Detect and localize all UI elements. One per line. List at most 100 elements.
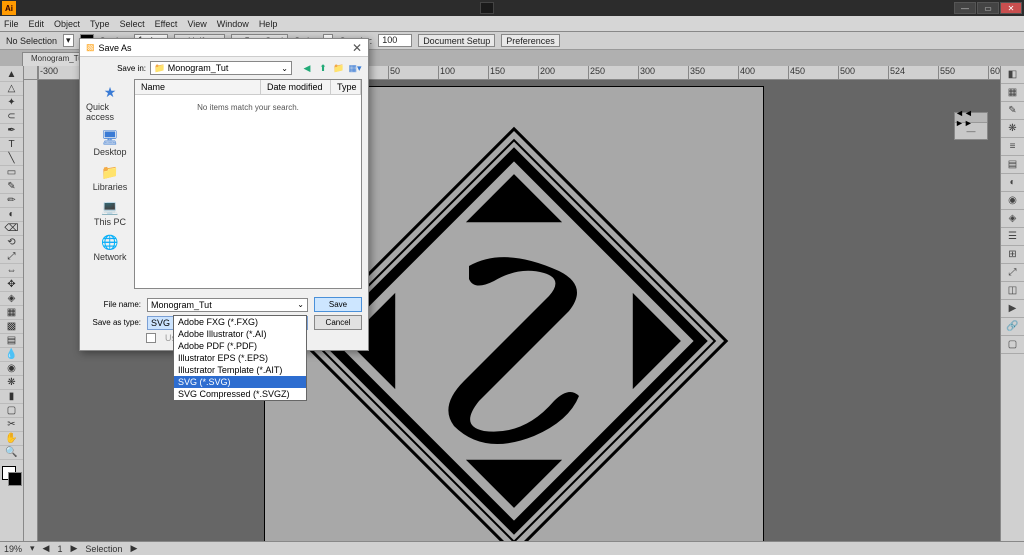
- graph-tool-icon[interactable]: ▮: [0, 390, 23, 404]
- selection-tool-icon[interactable]: ▲: [0, 68, 23, 82]
- line-tool-icon[interactable]: ╲: [0, 152, 23, 166]
- sidebar-this-pc[interactable]: 💻This PC: [94, 198, 126, 227]
- file-type-option[interactable]: Adobe Illustrator (*.AI): [174, 328, 306, 340]
- col-type[interactable]: Type: [331, 80, 361, 94]
- minimize-button[interactable]: —: [954, 2, 976, 14]
- lasso-tool-icon[interactable]: ⊂: [0, 110, 23, 124]
- sidebar-quick-access[interactable]: ★Quick access: [86, 83, 134, 122]
- artboard-tool-icon[interactable]: ▢: [0, 404, 23, 418]
- save-button[interactable]: Save: [314, 297, 362, 312]
- hand-tool-icon[interactable]: ✋: [0, 432, 23, 446]
- col-date[interactable]: Date modified: [261, 80, 331, 94]
- doc-setup-button[interactable]: Document Setup: [418, 34, 495, 47]
- ruler-tick: 400: [738, 66, 788, 79]
- menu-view[interactable]: View: [187, 19, 206, 29]
- artboard-nav[interactable]: 1: [57, 544, 62, 554]
- dialog-close-icon[interactable]: ✕: [352, 41, 362, 55]
- panel-graphic-styles-icon[interactable]: ◈: [1001, 210, 1024, 228]
- file-type-dropdown-list[interactable]: Adobe FXG (*.FXG)Adobe Illustrator (*.AI…: [173, 315, 307, 401]
- file-type-option[interactable]: SVG (*.SVG): [174, 376, 306, 388]
- menu-help[interactable]: Help: [259, 19, 278, 29]
- pencil-tool-icon[interactable]: ✏: [0, 194, 23, 208]
- search-input[interactable]: [480, 2, 494, 14]
- file-type-option[interactable]: Illustrator EPS (*.EPS): [174, 352, 306, 364]
- zoom-tool-icon[interactable]: 🔍: [0, 446, 23, 460]
- menu-window[interactable]: Window: [217, 19, 249, 29]
- panel-stroke-icon[interactable]: ≡: [1001, 138, 1024, 156]
- ruler-tick: 250: [588, 66, 638, 79]
- maximize-button[interactable]: ▭: [977, 2, 999, 14]
- fill-swatch[interactable]: ▾: [63, 34, 74, 47]
- close-button[interactable]: ✕: [1000, 2, 1022, 14]
- pen-tool-icon[interactable]: ✒: [0, 124, 23, 138]
- file-type-option[interactable]: Adobe PDF (*.PDF): [174, 340, 306, 352]
- file-list[interactable]: Name Date modified Type No items match y…: [134, 79, 362, 289]
- blend-tool-icon[interactable]: ◉: [0, 362, 23, 376]
- panel-gradient-icon[interactable]: ▤: [1001, 156, 1024, 174]
- panel-color-icon[interactable]: ◧: [1001, 66, 1024, 84]
- paintbrush-tool-icon[interactable]: ✎: [0, 180, 23, 194]
- menu-effect[interactable]: Effect: [155, 19, 178, 29]
- col-name[interactable]: Name: [135, 80, 261, 94]
- sidebar-desktop[interactable]: 🖥Desktop: [93, 128, 126, 157]
- rectangle-tool-icon[interactable]: ▭: [0, 166, 23, 180]
- sidebar-label: Network: [93, 252, 126, 262]
- eyedropper-tool-icon[interactable]: 💧: [0, 348, 23, 362]
- panel-appearance-icon[interactable]: ◉: [1001, 192, 1024, 210]
- file-type-option[interactable]: Adobe FXG (*.FXG): [174, 316, 306, 328]
- sidebar-libraries[interactable]: 📁Libraries: [93, 163, 128, 192]
- magic-wand-tool-icon[interactable]: ✦: [0, 96, 23, 110]
- panel-transform-icon[interactable]: ⤢: [1001, 264, 1024, 282]
- desktop-icon: 🖥: [99, 128, 121, 146]
- perspective-tool-icon[interactable]: ▦: [0, 306, 23, 320]
- width-tool-icon[interactable]: ⇔: [0, 264, 23, 278]
- view-menu-icon[interactable]: ▦▾: [348, 61, 362, 75]
- eraser-tool-icon[interactable]: ⌫: [0, 222, 23, 236]
- navigator-panel[interactable]: ◄◄ ►► —: [954, 112, 988, 140]
- menu-type[interactable]: Type: [90, 19, 110, 29]
- opacity-field[interactable]: 100: [378, 34, 412, 47]
- mesh-tool-icon[interactable]: ▩: [0, 320, 23, 334]
- panel-align-icon[interactable]: ⊞: [1001, 246, 1024, 264]
- menu-select[interactable]: Select: [120, 19, 145, 29]
- panel-actions-icon[interactable]: ▶: [1001, 300, 1024, 318]
- cancel-button[interactable]: Cancel: [314, 315, 362, 330]
- navigator-header[interactable]: ◄◄ ►►: [955, 113, 987, 123]
- ruler-origin[interactable]: [24, 66, 38, 80]
- type-tool-icon[interactable]: T: [0, 138, 23, 152]
- back-icon[interactable]: ◀: [300, 61, 314, 75]
- up-icon[interactable]: ⬆: [316, 61, 330, 75]
- menu-object[interactable]: Object: [54, 19, 80, 29]
- ruler-vertical[interactable]: [24, 80, 38, 541]
- panel-layers-icon[interactable]: ☰: [1001, 228, 1024, 246]
- sidebar-network[interactable]: 🌐Network: [93, 233, 126, 262]
- filename-field[interactable]: Monogram_Tut: [147, 298, 308, 312]
- symbol-sprayer-tool-icon[interactable]: ❋: [0, 376, 23, 390]
- panel-artboards-icon[interactable]: ▢: [1001, 336, 1024, 354]
- shape-builder-tool-icon[interactable]: ◈: [0, 292, 23, 306]
- preferences-button[interactable]: Preferences: [501, 34, 560, 47]
- scale-tool-icon[interactable]: ⤢: [0, 250, 23, 264]
- free-transform-tool-icon[interactable]: ✥: [0, 278, 23, 292]
- gradient-tool-icon[interactable]: ▤: [0, 334, 23, 348]
- slice-tool-icon[interactable]: ✂: [0, 418, 23, 432]
- zoom-level[interactable]: 19%: [4, 544, 22, 554]
- panel-swatches-icon[interactable]: ▦: [1001, 84, 1024, 102]
- panel-transparency-icon[interactable]: ◐: [1001, 174, 1024, 192]
- blob-brush-tool-icon[interactable]: ◐: [0, 208, 23, 222]
- panel-symbols-icon[interactable]: ❋: [1001, 120, 1024, 138]
- file-type-option[interactable]: SVG Compressed (*.SVGZ): [174, 388, 306, 400]
- save-in-dropdown[interactable]: 📁 Monogram_Tut: [150, 61, 292, 75]
- file-type-option[interactable]: Illustrator Template (*.AIT): [174, 364, 306, 376]
- panel-links-icon[interactable]: 🔗: [1001, 318, 1024, 336]
- direct-selection-tool-icon[interactable]: △: [0, 82, 23, 96]
- panel-brushes-icon[interactable]: ✎: [1001, 102, 1024, 120]
- sidebar-label: Quick access: [86, 102, 134, 122]
- rotate-tool-icon[interactable]: ⟲: [0, 236, 23, 250]
- menu-edit[interactable]: Edit: [29, 19, 45, 29]
- menu-file[interactable]: File: [4, 19, 19, 29]
- new-folder-icon[interactable]: 📁: [332, 61, 346, 75]
- stroke-color-swatch[interactable]: [8, 472, 22, 486]
- panel-pathfinder-icon[interactable]: ◫: [1001, 282, 1024, 300]
- dialog-titlebar[interactable]: ▧Save As ✕: [80, 39, 368, 57]
